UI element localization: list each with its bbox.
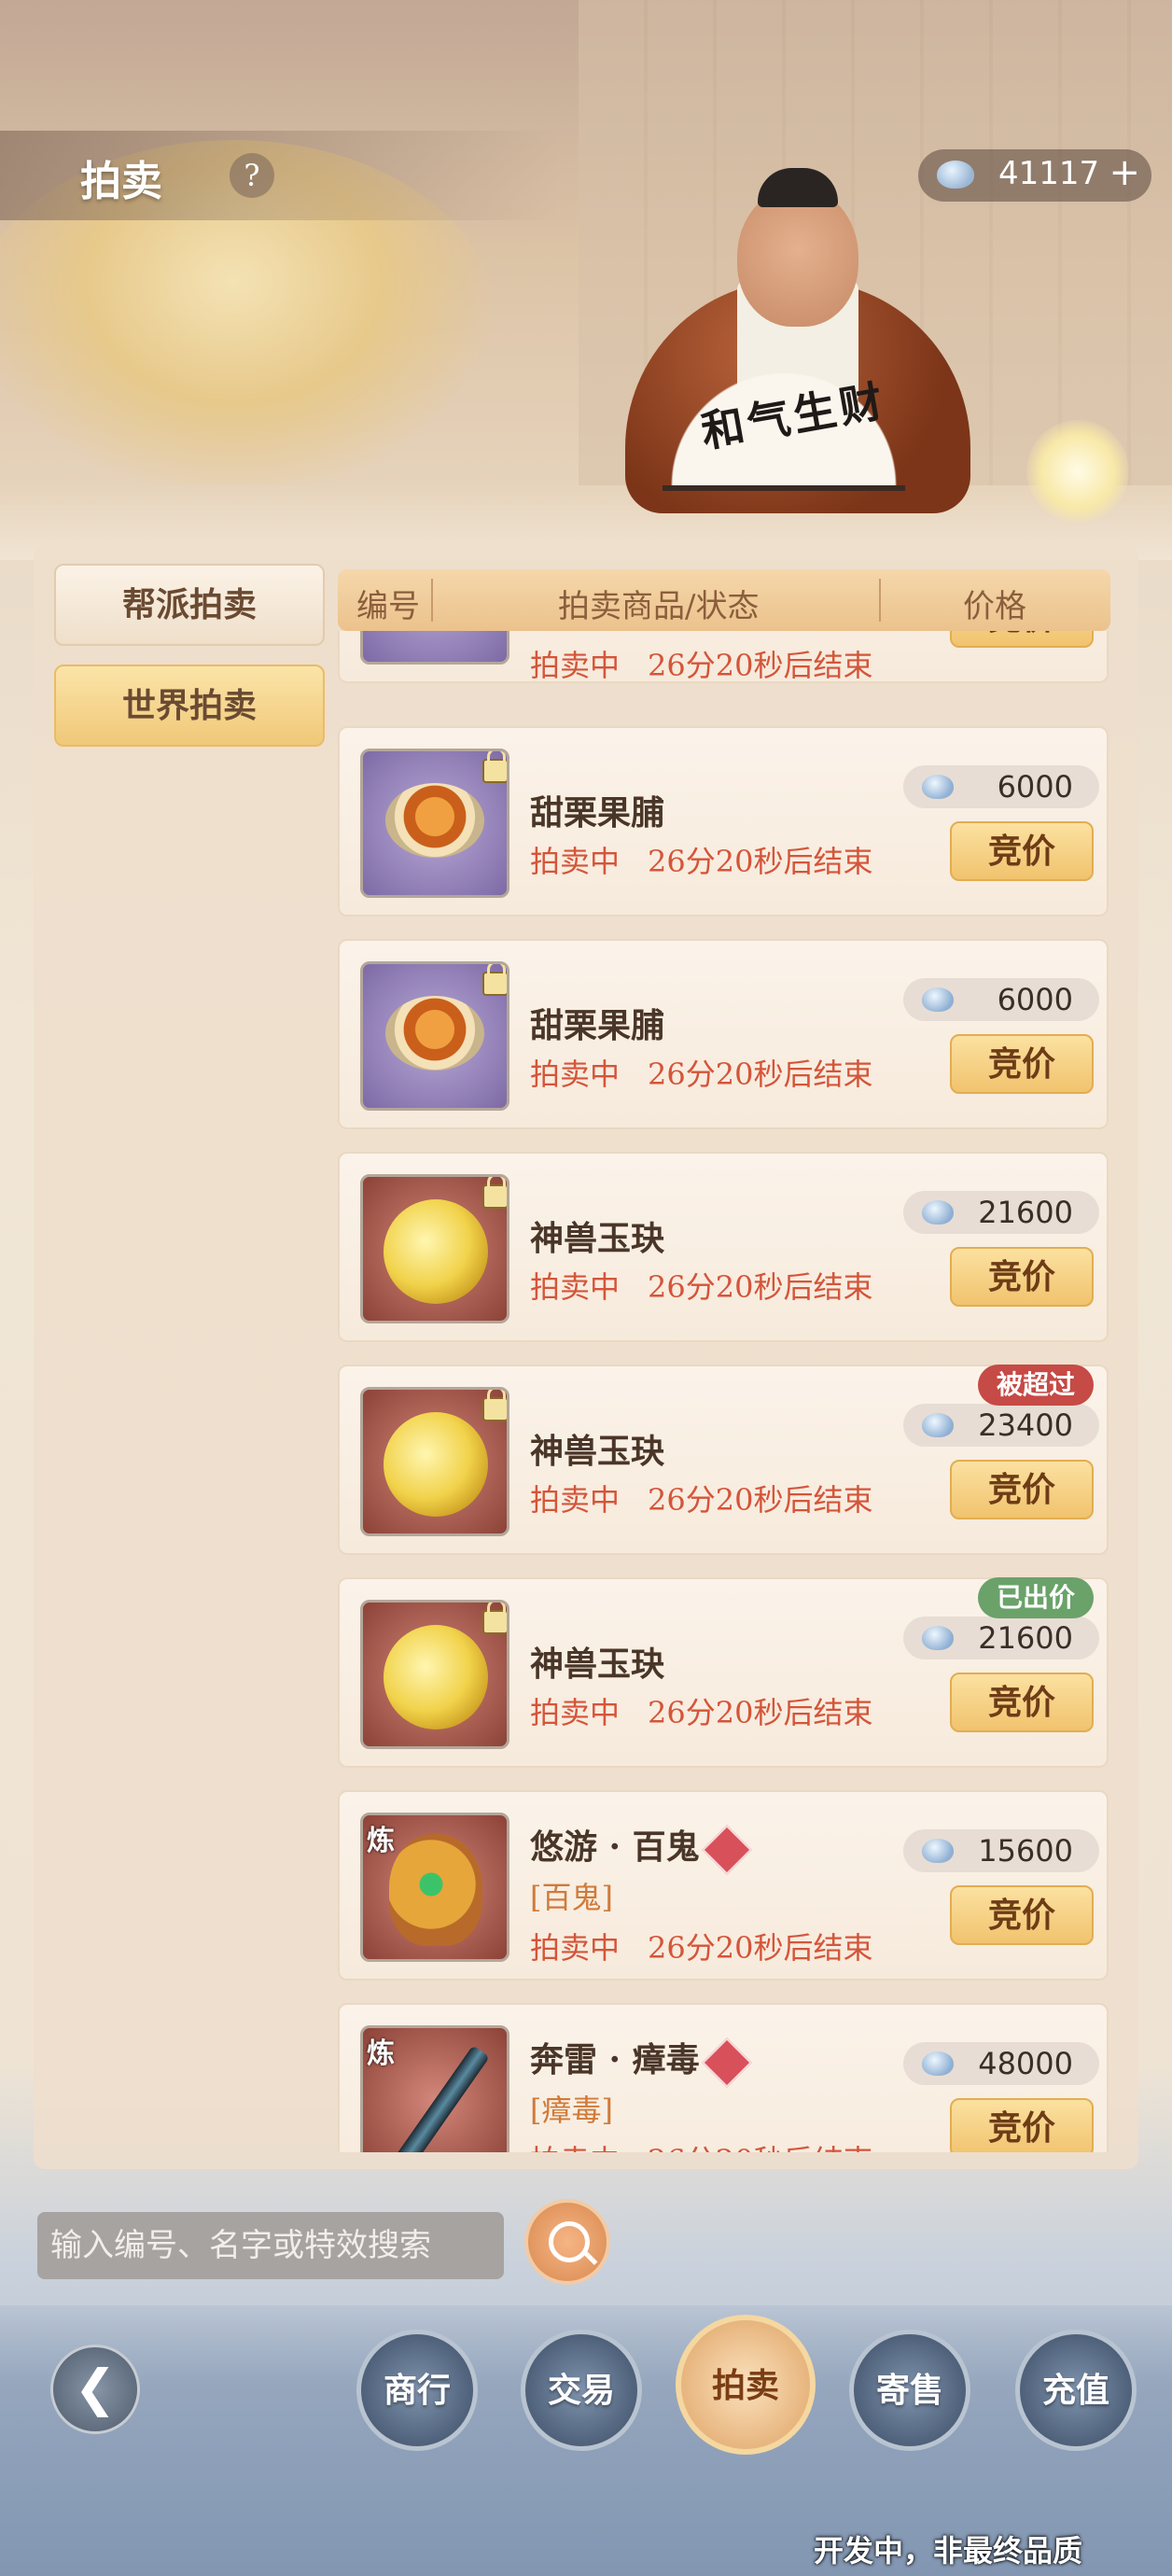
bid-button[interactable]: 竞价 bbox=[950, 1247, 1094, 1307]
price-display: 6000 bbox=[903, 978, 1099, 1021]
nav-auction[interactable]: 拍卖 bbox=[676, 2315, 816, 2455]
bid-button[interactable]: 竞价 bbox=[950, 2098, 1094, 2152]
bid-button[interactable]: 竞价 bbox=[950, 1885, 1094, 1945]
column-header-price: 价格 bbox=[963, 588, 1026, 625]
dev-watermark: 开发中，非最终品质 bbox=[814, 2533, 1083, 2569]
silver-ingot-icon bbox=[922, 1839, 954, 1863]
add-currency-button[interactable]: + bbox=[1109, 151, 1140, 194]
silver-ingot-icon bbox=[937, 161, 974, 189]
refine-tag: 炼 bbox=[367, 1825, 395, 1857]
refine-tag: 炼 bbox=[367, 2037, 395, 2070]
fan-calligraphy: 和气生财 bbox=[697, 374, 890, 457]
auction-status: 拍卖中26分20秒后结束 bbox=[530, 1269, 873, 1305]
item-name: 悠游 · 百鬼 bbox=[530, 1820, 752, 1875]
search-field[interactable] bbox=[37, 2212, 504, 2279]
silver-ingot-icon bbox=[922, 1200, 954, 1225]
merchant-fan: 和气生财 bbox=[663, 345, 905, 491]
bid-button[interactable]: 竞价 bbox=[950, 1673, 1094, 1732]
charm-icon: 炼 bbox=[360, 1813, 509, 1962]
auction-status: 拍卖中26分20秒后结束 bbox=[530, 1057, 873, 1092]
price-display: 23400 bbox=[903, 1404, 1099, 1447]
header-divider bbox=[431, 579, 433, 622]
list-item[interactable]: 甜栗果脯 拍卖中 26分20秒后结束 6000 竞价 bbox=[338, 939, 1109, 1129]
search-input[interactable] bbox=[37, 2212, 504, 2279]
lock-icon bbox=[482, 751, 507, 783]
jade-pendant-icon bbox=[360, 1600, 509, 1749]
search-button[interactable] bbox=[524, 2199, 610, 2285]
item-name: 奔雷 · 瘴毒 bbox=[530, 2033, 752, 2088]
price-display: 6000 bbox=[903, 765, 1099, 808]
outbid-badge: 被超过 bbox=[978, 1365, 1095, 1406]
nav-trade[interactable]: 交易 bbox=[521, 2330, 642, 2451]
special-seal-icon bbox=[701, 2037, 752, 2088]
lock-icon bbox=[482, 1603, 507, 1634]
merchant-scene-background: 和气生财 bbox=[0, 0, 1172, 560]
nav-recharge[interactable]: 充值 bbox=[1015, 2330, 1137, 2451]
auction-status: 拍卖中26分20秒后结束 bbox=[530, 844, 873, 879]
jade-pendant-icon bbox=[360, 1174, 509, 1323]
bid-button[interactable]: 竞价 bbox=[950, 631, 1094, 648]
silver-ingot-icon bbox=[922, 775, 954, 799]
chestnut-snack-icon bbox=[360, 749, 509, 898]
price-display: 48000 bbox=[903, 2042, 1099, 2085]
column-header-item: 拍卖商品/状态 bbox=[558, 588, 760, 625]
silver-ingot-icon bbox=[922, 987, 954, 1012]
auction-status: 拍卖中26分20秒后结束 bbox=[530, 1695, 873, 1730]
currency-display: 41117 + bbox=[918, 149, 1151, 202]
page-title: 拍卖 bbox=[80, 158, 162, 205]
auction-status: 拍卖中26分20秒后结束 bbox=[530, 1930, 873, 1966]
lock-icon bbox=[482, 1390, 507, 1421]
column-header-id: 编号 bbox=[356, 588, 420, 625]
back-arrow-icon: ❮ bbox=[74, 2359, 117, 2417]
item-name: 甜栗果脯 bbox=[530, 793, 665, 833]
back-button[interactable]: ❮ bbox=[50, 2345, 140, 2434]
tab-guild-auction[interactable]: 帮派拍卖 bbox=[54, 564, 325, 646]
sword-icon: 炼 bbox=[360, 2025, 509, 2152]
price-display: 15600 bbox=[903, 1829, 1099, 1872]
item-partial-icon bbox=[360, 631, 509, 665]
merchant-hat bbox=[758, 168, 838, 207]
bid-button[interactable]: 竞价 bbox=[950, 1460, 1094, 1519]
bid-button[interactable]: 竞价 bbox=[950, 1034, 1094, 1094]
tab-world-auction[interactable]: 世界拍卖 bbox=[54, 665, 325, 747]
list-item[interactable]: 炼 奔雷 · 瘴毒 [瘴毒] 拍卖中26分20秒后结束 48000 竞价 bbox=[338, 2003, 1109, 2152]
lock-icon bbox=[482, 1177, 507, 1209]
jade-pendant-icon bbox=[360, 1387, 509, 1536]
list-item[interactable]: 甜栗果脯 拍卖中 26分20秒后结束 6000 竞价 bbox=[338, 726, 1109, 917]
item-name: 神兽玉玦 bbox=[530, 1645, 665, 1684]
list-item[interactable]: 炼 悠游 · 百鬼 [百鬼] 拍卖中 26分20秒后结束 15600 竞价 bbox=[338, 1790, 1109, 1981]
nav-consign[interactable]: 寄售 bbox=[849, 2330, 970, 2451]
item-name: 神兽玉玦 bbox=[530, 1432, 665, 1471]
auction-status: 拍卖中26分20秒后结束 bbox=[530, 2137, 872, 2152]
lock-icon bbox=[482, 964, 507, 996]
item-effect: [百鬼] bbox=[530, 1880, 613, 1915]
item-name: 神兽玉玦 bbox=[530, 1219, 665, 1258]
bid-button[interactable]: 竞价 bbox=[950, 821, 1094, 881]
search-icon bbox=[549, 2221, 590, 2262]
auction-status: 拍卖中26分20秒后结束 bbox=[530, 1482, 873, 1518]
list-item[interactable]: 神兽玉玦 拍卖中 26分20秒后结束 21600 竞价 bbox=[338, 1152, 1109, 1342]
currency-amount: 41117 bbox=[998, 155, 1100, 192]
price-display: 21600 bbox=[903, 1191, 1099, 1234]
auction-status: 拍卖中26分20秒后结束 bbox=[530, 648, 873, 683]
special-seal-icon bbox=[701, 1825, 752, 1875]
nav-shop[interactable]: 商行 bbox=[356, 2330, 478, 2451]
lantern-decoration bbox=[1026, 420, 1129, 523]
item-effect: [瘴毒] bbox=[530, 2093, 613, 2128]
chestnut-snack-icon bbox=[360, 961, 509, 1111]
silver-ingot-icon bbox=[922, 2051, 954, 2076]
list-item[interactable]: 拍卖中26分20秒后结束 竞价 bbox=[338, 631, 1109, 683]
table-header: 编号 拍卖商品/状态 价格 bbox=[338, 569, 1110, 631]
merchant-head bbox=[737, 187, 858, 327]
help-button[interactable]: ? bbox=[230, 153, 274, 198]
bid-placed-badge: 已出价 bbox=[978, 1577, 1095, 1618]
silver-ingot-icon bbox=[922, 1413, 954, 1437]
item-name: 甜栗果脯 bbox=[530, 1006, 665, 1045]
price-display: 21600 bbox=[903, 1617, 1099, 1659]
silver-ingot-icon bbox=[922, 1626, 954, 1650]
header-divider bbox=[879, 579, 881, 622]
